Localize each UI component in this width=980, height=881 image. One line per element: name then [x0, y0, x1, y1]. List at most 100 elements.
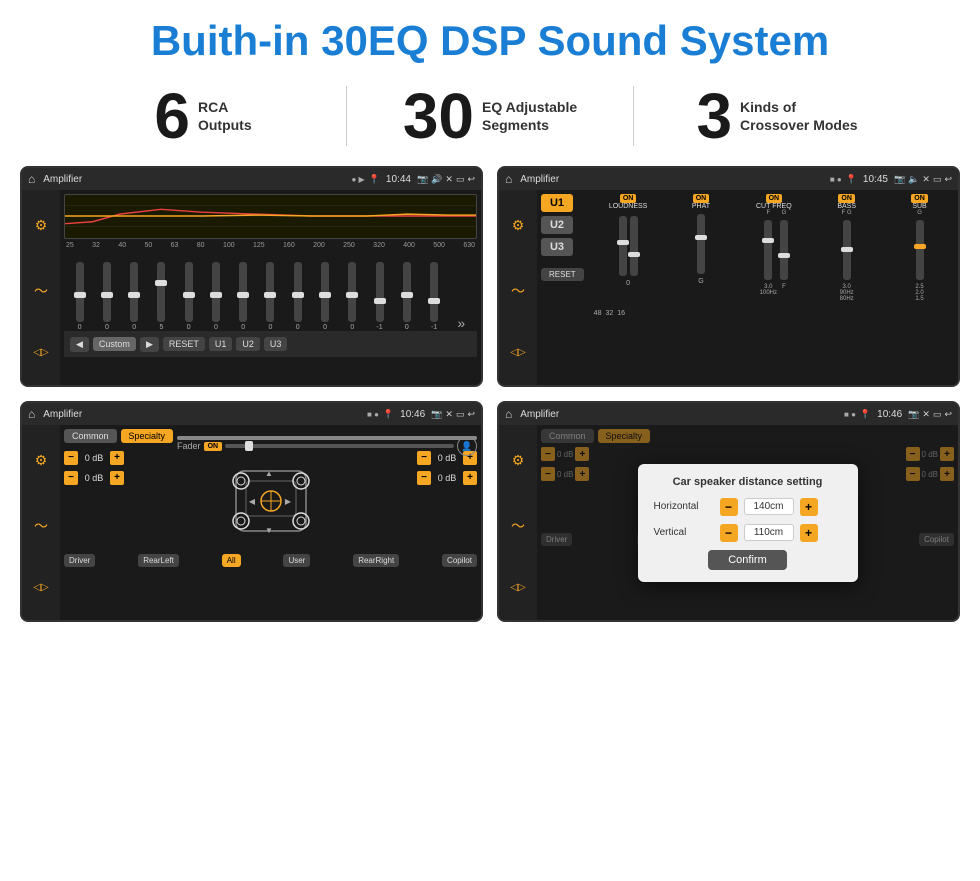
spk-filter-icon[interactable]: ⚙	[35, 452, 48, 469]
horizontal-label: Horizontal	[654, 501, 714, 512]
eq-slider-5[interactable]: 0	[212, 262, 220, 331]
phat-slider[interactable]	[697, 214, 705, 274]
eq-slider-6[interactable]: 0	[239, 262, 247, 331]
cutfreq-f-slider[interactable]	[764, 220, 772, 280]
spk-fl-plus[interactable]: +	[110, 451, 124, 465]
tab-common[interactable]: Common	[64, 429, 117, 443]
cross-filter-icon[interactable]: ⚙	[512, 217, 525, 234]
eq-more-icon[interactable]: »	[457, 315, 465, 331]
eq-u1-btn[interactable]: U1	[209, 337, 233, 351]
cutfreq-on: ON	[766, 194, 783, 203]
home-icon[interactable]: ⌂	[28, 172, 35, 186]
dialog-title: Car speaker distance setting	[654, 476, 842, 488]
dist-wave-icon[interactable]: 〜	[511, 516, 525, 536]
eq-slider-9[interactable]: 0	[321, 262, 329, 331]
eq-slider-11[interactable]: -1	[376, 262, 384, 331]
freq-40: 40	[118, 242, 126, 249]
dot-icons-2: ■ ●	[830, 175, 842, 184]
eq-u2-btn[interactable]: U2	[236, 337, 260, 351]
fader-slider[interactable]	[225, 444, 454, 448]
sub-slider-col: G 2.5 2.0 1.5	[915, 210, 923, 302]
window-icon-3: ▭	[456, 409, 465, 420]
sub-slider[interactable]	[916, 220, 924, 280]
bass-slider[interactable]	[843, 220, 851, 280]
window-icon: ▭	[456, 174, 465, 185]
btn-copilot[interactable]: Copilot	[442, 554, 477, 567]
eq-play-btn[interactable]: ▶	[140, 337, 159, 352]
eq-slider-7[interactable]: 0	[266, 262, 274, 331]
screens-grid: ⌂ Amplifier ● ▶ 📍 10:44 📷 🔊 ✕ ▭ ↩ ⚙ 〜 ◁▷	[0, 160, 980, 632]
home-icon-3[interactable]: ⌂	[28, 407, 35, 421]
vertical-row: Vertical − 110cm +	[654, 524, 842, 542]
btn-rearleft[interactable]: RearLeft	[138, 554, 179, 567]
dot-icons-3: ■ ●	[367, 410, 379, 419]
eq-slider-1[interactable]: 0	[103, 262, 111, 331]
home-icon-2[interactable]: ⌂	[505, 172, 512, 186]
spk-rr-minus[interactable]: −	[417, 471, 431, 485]
eq-prev-btn[interactable]: ◀	[70, 337, 89, 352]
eq-custom-btn[interactable]: Custom	[93, 337, 136, 351]
spk-fl-minus[interactable]: −	[64, 451, 78, 465]
spk-main: Common Specialty Fader ON 👤	[60, 425, 481, 620]
freq-160: 160	[283, 242, 295, 249]
cross-speaker-icon[interactable]: ◁▷	[510, 347, 525, 358]
spk-rr-plus[interactable]: +	[463, 471, 477, 485]
loudness-slider-1[interactable]	[619, 216, 627, 276]
eq-slider-0[interactable]: 0	[76, 262, 84, 331]
dist-sidebar: ⚙ 〜 ◁▷	[499, 425, 537, 620]
horizontal-plus-btn[interactable]: +	[800, 498, 818, 516]
cross-on-badges: ON LOUDNESS 0	[594, 194, 954, 302]
cross-reset-btn[interactable]: RESET	[541, 268, 584, 281]
dist-filter-icon[interactable]: ⚙	[512, 452, 525, 469]
vertical-plus-btn[interactable]: +	[800, 524, 818, 542]
spk-top-row: Common Specialty Fader ON 👤	[64, 429, 477, 447]
volume-icon: 🔊	[431, 174, 442, 185]
eq-slider-8[interactable]: 0	[294, 262, 302, 331]
eq-slider-4[interactable]: 0	[185, 262, 193, 331]
eq-wave-icon[interactable]: 〜	[34, 281, 48, 301]
btn-all[interactable]: All	[222, 554, 241, 567]
freq-50: 50	[144, 242, 152, 249]
spk-wave-icon[interactable]: 〜	[34, 516, 48, 536]
btn-driver[interactable]: Driver	[64, 554, 95, 567]
cross-u1-btn[interactable]: U1	[541, 194, 573, 212]
vertical-minus-btn[interactable]: −	[720, 524, 738, 542]
cross-u2-btn[interactable]: U2	[541, 216, 573, 234]
dist-arrows-icon[interactable]: ◁▷	[510, 582, 525, 593]
stat-label-eq-1: EQ Adjustable	[482, 98, 577, 116]
spk-rl-val: 0 dB	[80, 473, 108, 483]
freq-320: 320	[373, 242, 385, 249]
cross-wave-icon[interactable]: 〜	[511, 281, 525, 301]
svg-text:▲: ▲	[265, 469, 273, 478]
spk-rl-plus[interactable]: +	[110, 471, 124, 485]
crossover-title: Amplifier	[520, 174, 826, 185]
cross-u3-btn[interactable]: U3	[541, 238, 573, 256]
eq-speaker-icon[interactable]: ◁▷	[33, 347, 48, 358]
cutfreq-g-slider[interactable]	[780, 220, 788, 280]
eq-slider-10[interactable]: 0	[348, 262, 356, 331]
btn-rearright[interactable]: RearRight	[353, 554, 399, 567]
spk-rl-minus[interactable]: −	[64, 471, 78, 485]
cross-phat: ON PHAT G	[667, 194, 736, 302]
tab-specialty[interactable]: Specialty	[121, 429, 174, 443]
btn-user[interactable]: User	[283, 554, 310, 567]
loudness-on: ON	[620, 194, 637, 203]
eq-slider-12[interactable]: 0	[403, 262, 411, 331]
horizontal-value: 140cm	[744, 498, 794, 515]
eq-filter-icon[interactable]: ⚙	[35, 217, 48, 234]
cross-main: U1 U2 U3 RESET ON LOUDNESS	[537, 190, 958, 385]
horizontal-minus-btn[interactable]: −	[720, 498, 738, 516]
eq-slider-2[interactable]: 0	[130, 262, 138, 331]
eq-slider-13[interactable]: -1	[430, 262, 438, 331]
home-icon-4[interactable]: ⌂	[505, 407, 512, 421]
spk-fader-row: Fader ON 👤	[177, 436, 477, 456]
eq-reset-btn[interactable]: RESET	[163, 337, 205, 351]
spk-arrows-icon[interactable]: ◁▷	[33, 582, 48, 593]
close-icon-4: ✕	[922, 409, 930, 420]
loudness-slider-2[interactable]	[630, 216, 638, 276]
spk-rl-row: − 0 dB +	[64, 471, 124, 485]
confirm-button[interactable]: Confirm	[708, 550, 787, 570]
cross-channels: ON LOUDNESS 0	[594, 194, 954, 381]
eq-u3-btn[interactable]: U3	[264, 337, 288, 351]
eq-slider-3[interactable]: 5	[157, 262, 165, 331]
